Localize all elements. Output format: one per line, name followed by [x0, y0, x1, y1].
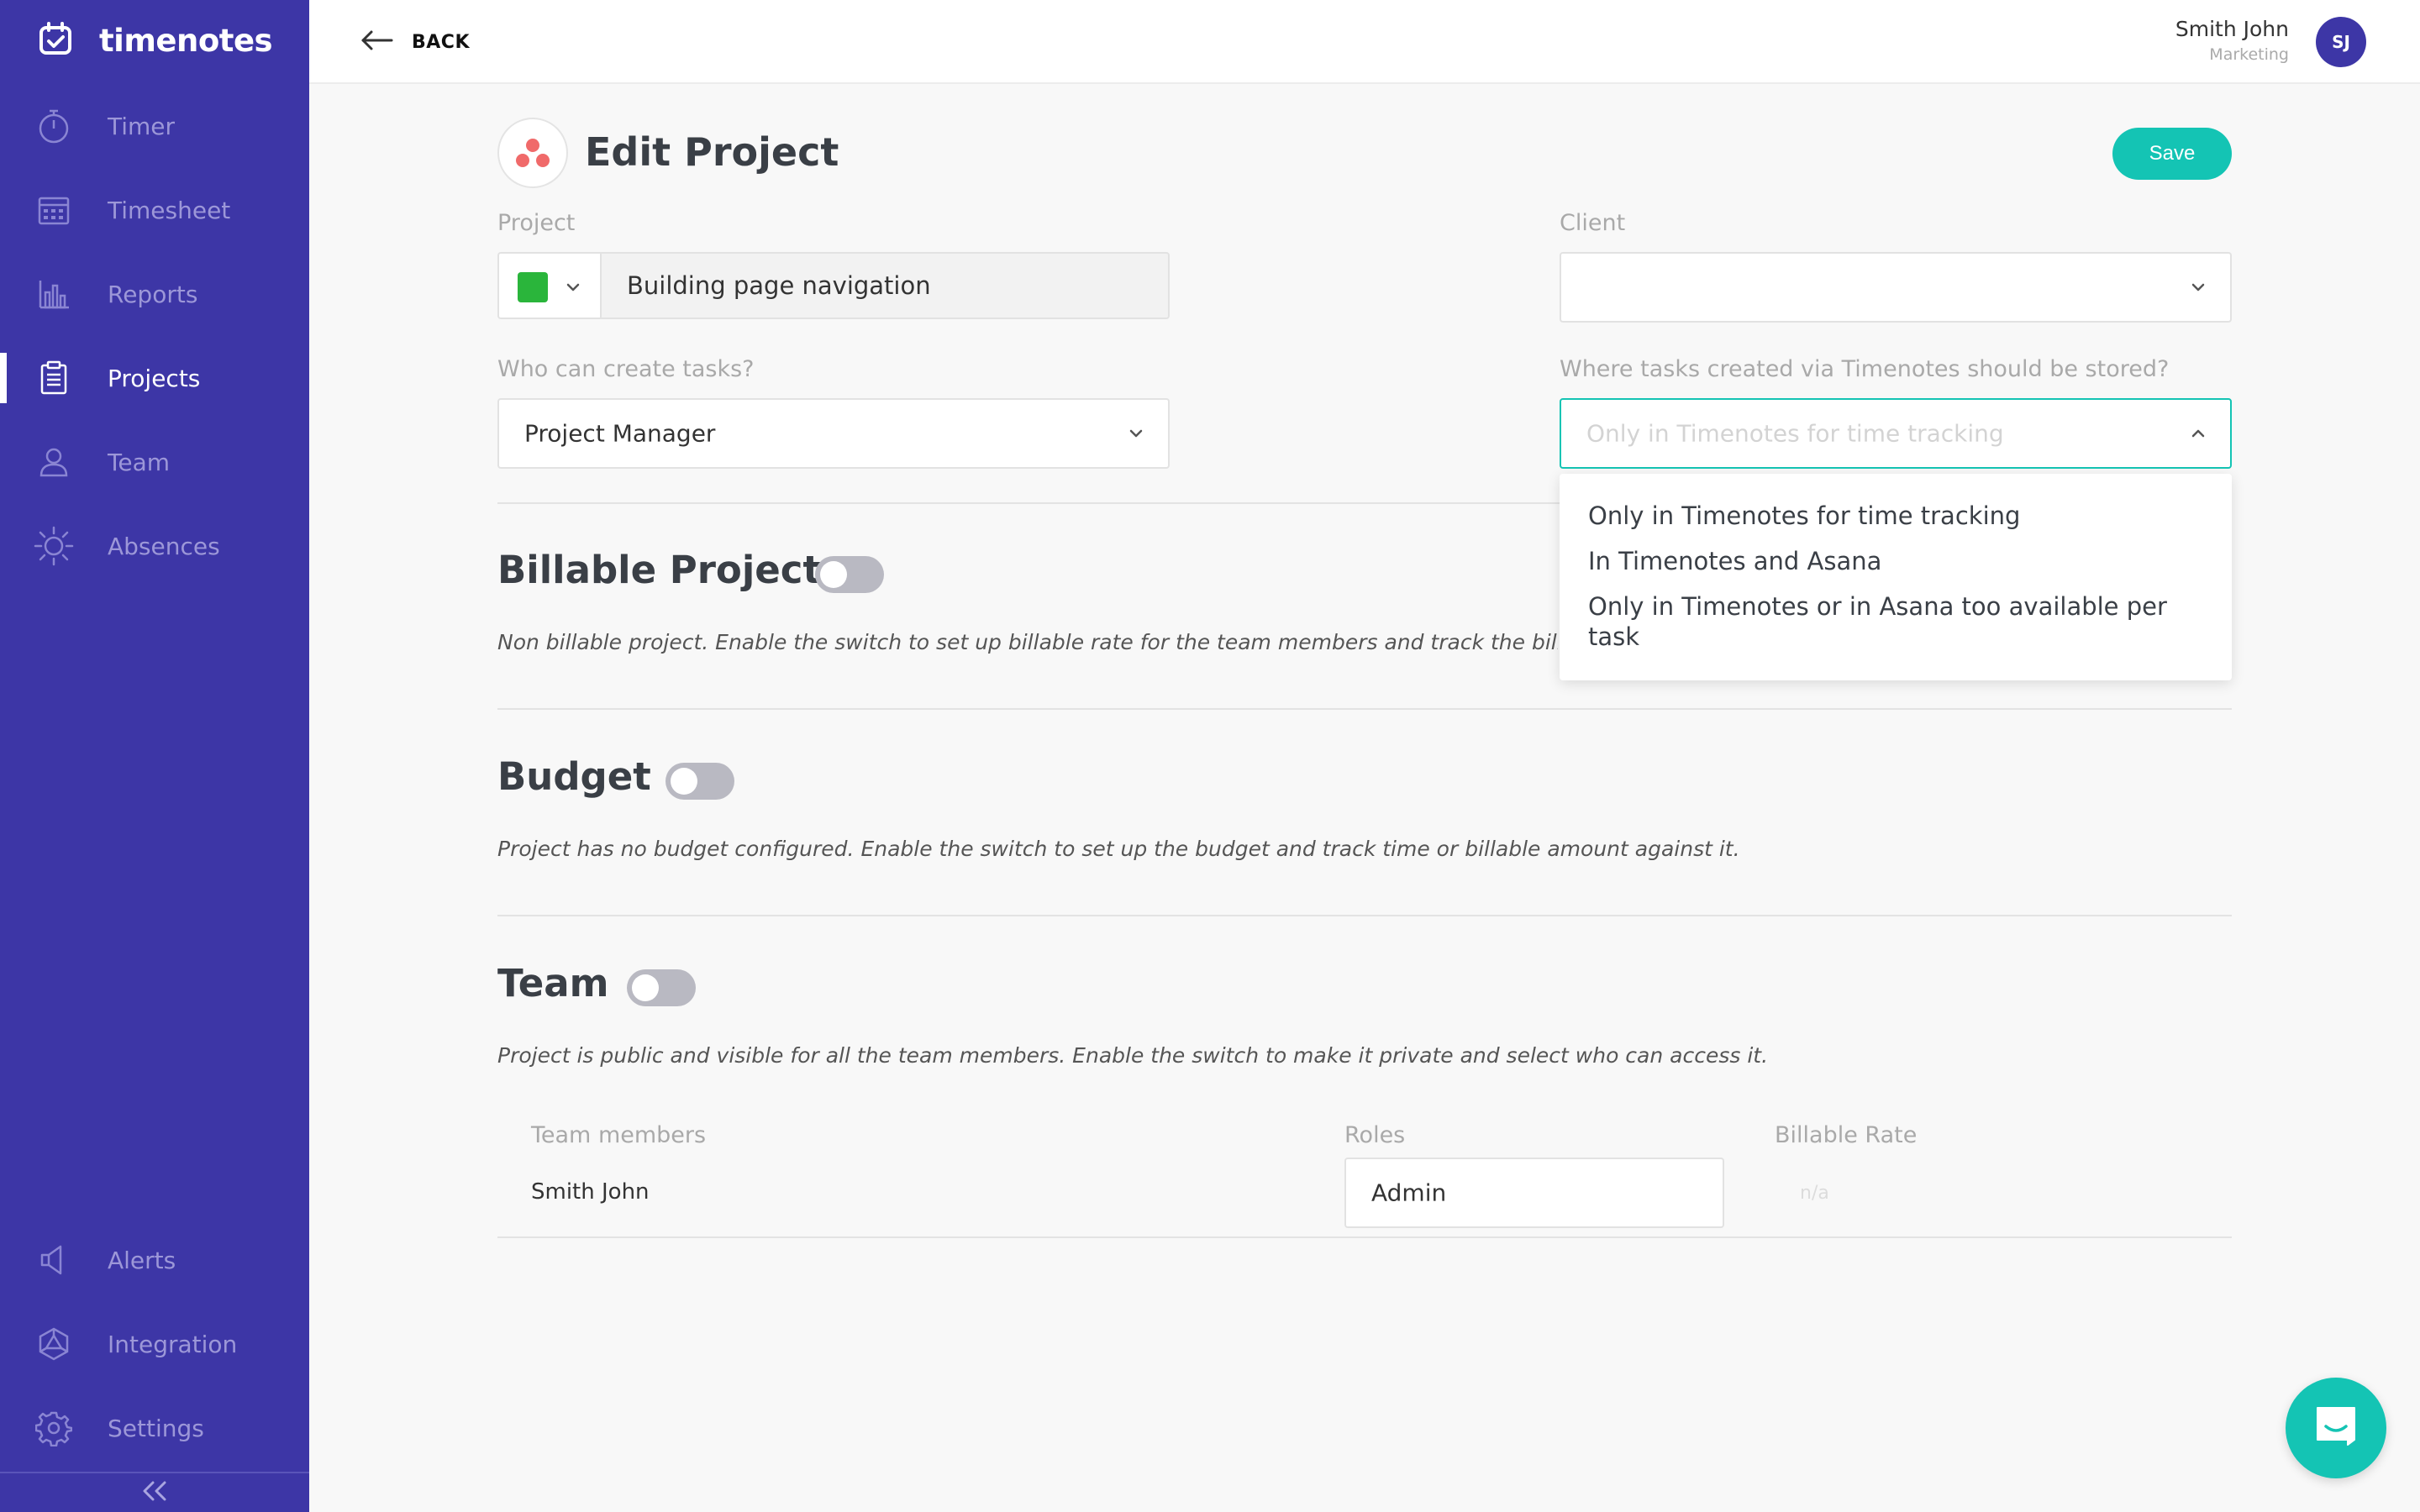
toggle-knob [820, 561, 847, 588]
sidebar-item-team[interactable]: Team [0, 427, 309, 497]
avatar[interactable]: SJ [2316, 17, 2366, 67]
section-divider [497, 708, 2232, 710]
budget-section-title: Budget [497, 754, 651, 799]
where-stored-label: Where tasks created via Timenotes should… [1560, 356, 2170, 382]
sidebar-item-label: Reports [108, 280, 198, 308]
sidebar-item-alerts[interactable]: Alerts [0, 1225, 309, 1295]
integration-icon [34, 1324, 74, 1364]
dropdown-option[interactable]: Only in Timenotes or in Asana too availa… [1588, 591, 2193, 652]
save-button[interactable]: Save [2112, 128, 2232, 180]
table-header-team-members: Team members [531, 1122, 707, 1148]
sidebar-item-projects[interactable]: Projects [0, 343, 309, 413]
clipboard-icon [34, 358, 74, 398]
role-select[interactable]: Admin [1344, 1158, 1724, 1228]
table-header-roles: Roles [1344, 1122, 1406, 1148]
where-stored-select[interactable]: Only in Timenotes for time tracking [1560, 398, 2232, 469]
bar-chart-icon [34, 274, 74, 314]
team-description: Project is public and visible for all th… [497, 1043, 1769, 1068]
where-stored-placeholder: Only in Timenotes for time tracking [1586, 419, 2004, 448]
sidebar-item-label: Absences [108, 532, 220, 560]
sidebar-item-integration[interactable]: Integration [0, 1309, 309, 1379]
megaphone-icon [34, 1240, 74, 1280]
project-name-value: Building page navigation [627, 271, 931, 300]
stopwatch-icon [34, 106, 74, 146]
user-icon [34, 442, 74, 482]
role-value: Admin [1371, 1179, 1447, 1207]
table-bottom-divider [497, 1236, 2232, 1238]
user-name[interactable]: Smith John [2175, 17, 2289, 41]
calendar-check-icon [37, 20, 74, 60]
sidebar: timenotes Timer Timesheet Reports Projec… [0, 0, 309, 1512]
project-field-label: Project [497, 210, 576, 236]
team-section-title: Team [497, 961, 609, 1005]
sidebar-item-label: Timesheet [108, 196, 231, 224]
where-stored-dropdown-menu: Only in Timenotes for time tracking In T… [1560, 474, 2232, 680]
back-button[interactable]: BACK [360, 22, 470, 62]
arrow-left-icon [360, 29, 393, 55]
user-role: Marketing [2209, 45, 2289, 64]
team-toggle[interactable] [627, 969, 696, 1006]
sidebar-item-settings[interactable]: Settings [0, 1393, 309, 1463]
budget-toggle[interactable] [666, 763, 734, 800]
dropdown-option[interactable]: In Timenotes and Asana [1588, 546, 2193, 576]
billable-rate-value: n/a [1800, 1183, 1829, 1204]
back-label: BACK [412, 31, 470, 53]
sidebar-item-label: Settings [108, 1414, 204, 1442]
billable-description: Non billable project. Enable the switch … [497, 630, 1558, 654]
toggle-knob [671, 768, 697, 795]
sidebar-item-label: Timer [108, 112, 176, 140]
table-header-billable-rate: Billable Rate [1775, 1122, 1918, 1148]
sun-icon [34, 526, 74, 566]
calendar-grid-icon [34, 190, 74, 230]
who-can-create-select[interactable]: Project Manager [497, 398, 1170, 469]
chat-icon [2311, 1401, 2361, 1455]
sidebar-item-label: Projects [108, 364, 201, 392]
gear-icon [34, 1408, 74, 1448]
sidebar-collapse-button[interactable] [0, 1472, 309, 1512]
chevron-down-icon [2190, 279, 2207, 296]
who-can-create-label: Who can create tasks? [497, 356, 755, 382]
page-title: Edit Project [585, 129, 839, 175]
chevron-down-icon [565, 279, 581, 299]
sidebar-item-timer[interactable]: Timer [0, 91, 309, 161]
chevron-down-icon [1128, 425, 1144, 442]
who-can-create-value: Project Manager [524, 419, 716, 448]
dropdown-option[interactable]: Only in Timenotes for time tracking [1588, 501, 2193, 531]
chevron-up-icon [2190, 425, 2207, 442]
top-header: BACK Smith John Marketing SJ [309, 0, 2420, 84]
budget-description: Project has no budget configured. Enable… [497, 837, 1740, 861]
asana-logo-icon [497, 118, 568, 188]
toggle-knob [632, 974, 659, 1001]
brand[interactable]: timenotes [37, 20, 273, 60]
chat-button[interactable] [2286, 1378, 2386, 1478]
project-color-picker[interactable] [497, 252, 600, 319]
sidebar-item-timesheet[interactable]: Timesheet [0, 175, 309, 245]
client-select[interactable] [1560, 252, 2232, 323]
billable-toggle[interactable] [815, 556, 884, 593]
sidebar-item-label: Integration [108, 1330, 238, 1358]
sidebar-item-absences[interactable]: Absences [0, 511, 309, 581]
double-chevron-left-icon [139, 1479, 170, 1506]
client-field-label: Client [1560, 210, 1626, 236]
section-divider [497, 915, 2232, 916]
brand-name: timenotes [99, 22, 273, 59]
team-member-name: Smith John [531, 1179, 650, 1205]
billable-section-title: Billable Project [497, 548, 821, 592]
sidebar-item-label: Alerts [108, 1246, 176, 1274]
color-swatch [518, 272, 548, 302]
sidebar-item-label: Team [108, 448, 171, 476]
project-name-input[interactable]: Building page navigation [600, 252, 1170, 319]
sidebar-item-reports[interactable]: Reports [0, 259, 309, 329]
